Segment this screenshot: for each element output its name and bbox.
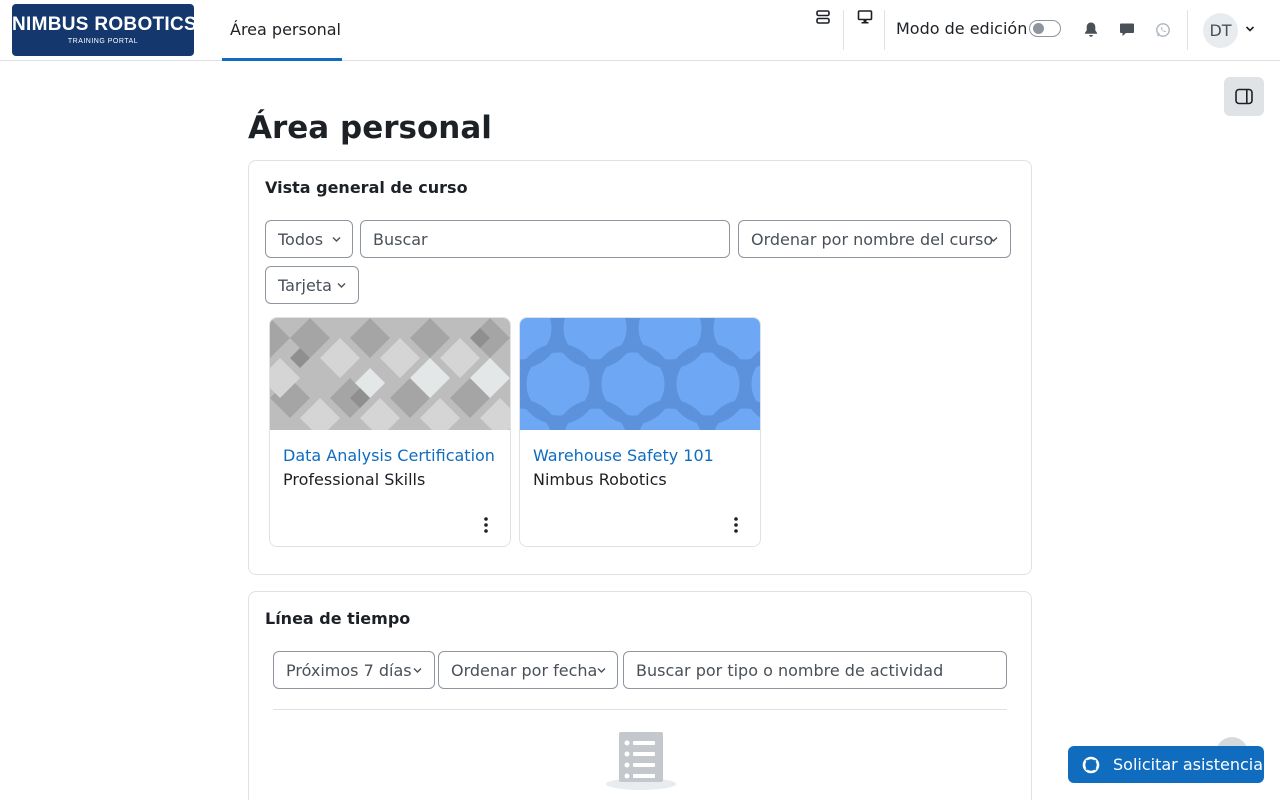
grouping-filter-label: Todos <box>278 230 324 249</box>
course-image-pattern[interactable] <box>270 318 511 430</box>
sidebar-panel-icon <box>1235 88 1253 105</box>
course-card[interactable]: Data Analysis Certification Professional… <box>269 317 511 547</box>
nav-separator <box>884 10 885 50</box>
course-search-input[interactable] <box>360 220 730 258</box>
whatsapp-icon[interactable] <box>1155 22 1171 38</box>
timeline-range-dropdown[interactable]: Próximos 7 días <box>273 651 435 689</box>
course-image-pattern[interactable] <box>520 318 761 430</box>
logo-title: NIMBUS ROBOTICS <box>12 14 197 35</box>
timeline-sort-dropdown[interactable]: Ordenar por fecha <box>438 651 618 689</box>
view-mode-label: Tarjeta <box>278 276 332 295</box>
timeline-divider <box>273 709 1007 710</box>
course-sort-label: Ordenar por nombre del curso <box>751 230 994 249</box>
course-card[interactable]: Warehouse Safety 101 Nimbus Robotics <box>519 317 761 547</box>
user-avatar[interactable]: DT <box>1203 13 1238 48</box>
nav-separator <box>843 10 844 50</box>
request-support-button[interactable]: Solicitar asistencia <box>1068 746 1264 783</box>
course-sort-dropdown[interactable]: Ordenar por nombre del curso <box>738 220 1011 258</box>
course-category: Nimbus Robotics <box>533 470 667 489</box>
active-tab-indicator <box>222 58 342 61</box>
site-logo[interactable]: NIMBUS ROBOTICS TRAINING PORTAL <box>12 4 197 56</box>
course-category: Professional Skills <box>283 470 426 489</box>
chevron-down-icon <box>413 668 422 673</box>
timeline-search-input[interactable] <box>623 651 1007 689</box>
course-overview-title: Vista general de curso <box>265 178 468 197</box>
course-name-link[interactable]: Warehouse Safety 101 <box>533 446 714 465</box>
nav-separator <box>1187 10 1188 50</box>
nav-tab-area-personal[interactable]: Área personal <box>222 0 342 61</box>
block-drawer-toggle[interactable] <box>1224 77 1264 116</box>
timeline-title: Línea de tiempo <box>265 609 411 628</box>
chat-icon[interactable] <box>1119 21 1135 38</box>
bell-icon[interactable] <box>1083 21 1099 38</box>
more-vertical-icon[interactable] <box>726 514 746 536</box>
toggle-knob <box>1033 23 1044 34</box>
layout-stack-icon[interactable] <box>815 9 831 25</box>
course-overview-block: Vista general de curso Todos Ordenar por… <box>248 160 1032 575</box>
course-name-link[interactable]: Data Analysis Certification <box>283 446 495 465</box>
empty-timeline-icon <box>606 732 676 790</box>
nav-tab-label: Área personal <box>230 20 341 39</box>
chevron-down-icon <box>989 237 998 242</box>
desktop-icon[interactable] <box>857 9 873 25</box>
edit-mode-label: Modo de edición <box>896 19 1028 38</box>
grouping-filter-dropdown[interactable]: Todos <box>265 220 353 258</box>
logo-subtitle: TRAINING PORTAL <box>67 38 139 45</box>
timeline-range-label: Próximos 7 días <box>286 661 412 680</box>
request-support-label: Solicitar asistencia <box>1113 755 1264 774</box>
timeline-block: Línea de tiempo Próximos 7 días Ordenar … <box>248 591 1032 800</box>
top-navbar: NIMBUS ROBOTICS TRAINING PORTAL Área per… <box>0 0 1280 61</box>
view-mode-dropdown[interactable]: Tarjeta <box>265 266 359 304</box>
timeline-sort-label: Ordenar por fecha <box>451 661 598 680</box>
chevron-down-icon <box>337 283 346 288</box>
page-title: Área personal <box>248 110 492 146</box>
lifebuoy-icon <box>1082 756 1100 774</box>
chevron-down-icon <box>597 668 606 673</box>
more-vertical-icon[interactable] <box>476 514 496 536</box>
chevron-down-icon <box>332 237 341 242</box>
chevron-down-icon[interactable] <box>1245 25 1255 33</box>
edit-mode-toggle[interactable] <box>1029 20 1061 37</box>
